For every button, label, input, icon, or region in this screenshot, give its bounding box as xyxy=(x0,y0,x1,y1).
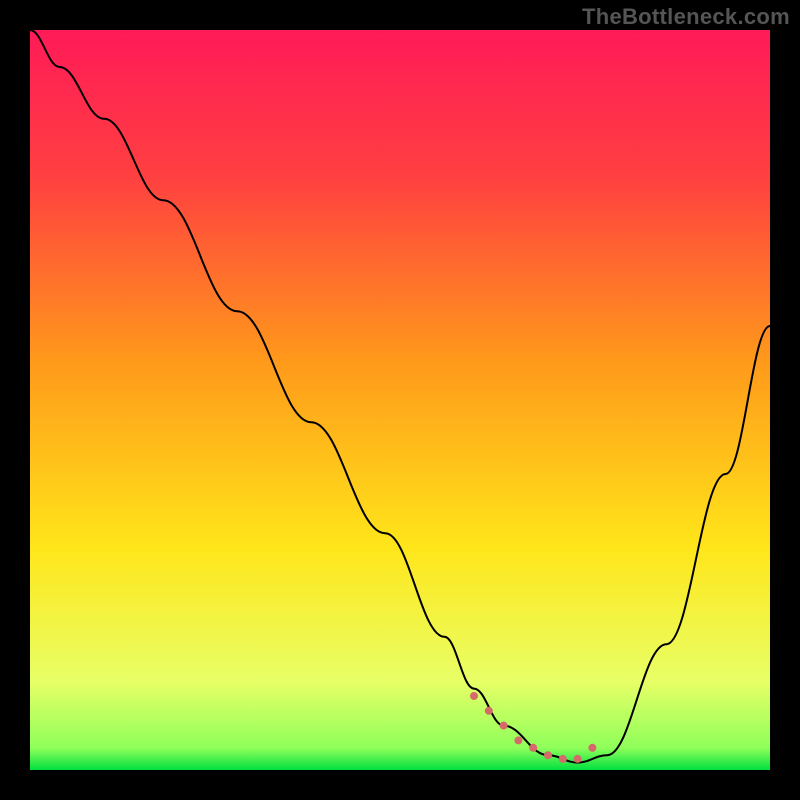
sweet-spot-marker xyxy=(529,744,537,752)
sweet-spot-marker xyxy=(588,744,596,752)
sweet-spot-marker xyxy=(514,736,522,744)
chart-svg xyxy=(30,30,770,770)
sweet-spot-marker xyxy=(559,755,567,763)
sweet-spot-marker xyxy=(574,755,582,763)
sweet-spot-marker xyxy=(470,692,478,700)
sweet-spot-marker xyxy=(485,707,493,715)
plot-area xyxy=(30,30,770,770)
chart-background xyxy=(30,30,770,770)
chart-frame: TheBottleneck.com xyxy=(0,0,800,800)
watermark-text: TheBottleneck.com xyxy=(582,4,790,30)
sweet-spot-marker xyxy=(544,751,552,759)
sweet-spot-marker xyxy=(500,722,508,730)
